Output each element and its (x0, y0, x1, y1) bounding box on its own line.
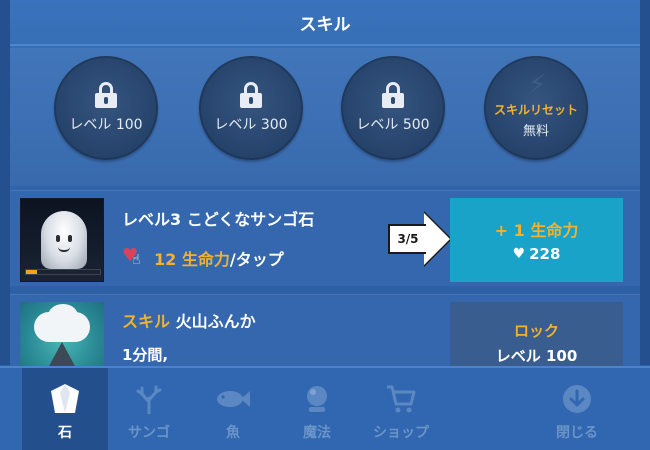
crystal-ball-icon (303, 382, 331, 416)
skill-name: 火山ふんか (175, 312, 256, 331)
heart-icon: ♥ (512, 246, 526, 262)
lock-icon (95, 82, 117, 108)
stone-progress-bar (25, 269, 101, 275)
levelup-button[interactable]: + 1 生命力 ♥ 228 (450, 198, 623, 282)
levelup-cost-value: 228 (529, 245, 561, 263)
cart-icon (385, 382, 417, 416)
stone-thumbnail (20, 198, 104, 282)
tab-label: サンゴ (128, 425, 170, 441)
volcano-thumbnail (20, 302, 104, 366)
left-edge (0, 0, 10, 365)
stone-level: レベル3 (122, 210, 182, 229)
tutorial-step: 3/5 (388, 224, 426, 254)
skill-slot-level-300[interactable]: レベル 300 (199, 56, 303, 160)
skill-slot-label: レベル 100 (69, 117, 143, 133)
skill-label: スキル (122, 312, 171, 331)
skill-lock-requirement: レベル 100 (495, 347, 578, 365)
stone-name: こどくなサンゴ石 (186, 210, 315, 229)
skill-slot-label: レベル 500 (356, 117, 430, 133)
skill-lock-title: ロック (513, 322, 559, 340)
tab-label: 魔法 (303, 425, 331, 441)
skill-reset-label: スキルリセット (493, 103, 578, 117)
tab-stone[interactable]: 石 (22, 368, 108, 450)
stone-icon (50, 382, 80, 416)
skill-card-title: スキル 火山ふんか (122, 308, 256, 332)
close-down-icon (562, 382, 592, 416)
skill-reset-button[interactable]: ⚡ スキルリセット 無料 (484, 56, 588, 160)
gain-value: 12 生命力 (154, 250, 230, 269)
levelup-label: + 1 生命力 (494, 221, 579, 240)
page-title: スキル (299, 14, 351, 35)
skill-duration: 1分間, (122, 346, 169, 364)
tab-close[interactable]: 閉じる (534, 368, 620, 450)
skill-slot-label: レベル 300 (214, 117, 288, 133)
levelup-cost: ♥ 228 (513, 245, 561, 263)
stone-gain-line: ♥ ☝ 12 生命力 /タップ (122, 246, 284, 270)
skill-slot-row: レベル 100 レベル 300 レベル 500 ⚡ スキルリセット 無料 (10, 48, 640, 186)
skill-slot-level-100[interactable]: レベル 100 (54, 56, 158, 160)
gain-suffix: /タップ (229, 250, 284, 269)
tab-label: ショップ (373, 425, 429, 441)
tab-fish[interactable]: 魚 (190, 368, 276, 450)
tab-label: 閉じる (556, 425, 598, 441)
tab-shop[interactable]: ショップ (358, 368, 444, 450)
tab-label: 石 (58, 425, 72, 441)
lock-icon (240, 82, 262, 108)
skill-reset-price: 無料 (522, 124, 549, 139)
game-screen: スキル レベル 100 レベル 300 レベル 500 ⚡ スキルリセット 無料 (0, 0, 650, 450)
tab-magic[interactable]: 魔法 (274, 368, 360, 450)
skill-lock-button[interactable]: ロック レベル 100 (450, 302, 623, 366)
tab-label: 魚 (226, 425, 240, 441)
fish-icon (215, 382, 251, 416)
bottom-tab-bar: 石 サンゴ 魚 魔法 ショップ 閉じる (0, 366, 650, 450)
right-edge (640, 0, 650, 365)
coral-icon (134, 382, 164, 416)
tutorial-arrow: 3/5 (388, 211, 452, 267)
ghost-stone-icon (41, 211, 87, 269)
lightning-icon: ⚡ (528, 70, 547, 100)
lock-icon (382, 82, 404, 108)
header-divider (10, 44, 640, 46)
heart-tap-icon: ♥ ☝ (122, 245, 141, 268)
stone-progress-fill (26, 270, 38, 274)
tab-coral[interactable]: サンゴ (106, 368, 192, 450)
skill-slot-level-500[interactable]: レベル 500 (341, 56, 445, 160)
stone-card-title: レベル3 こどくなサンゴ石 (122, 206, 314, 230)
